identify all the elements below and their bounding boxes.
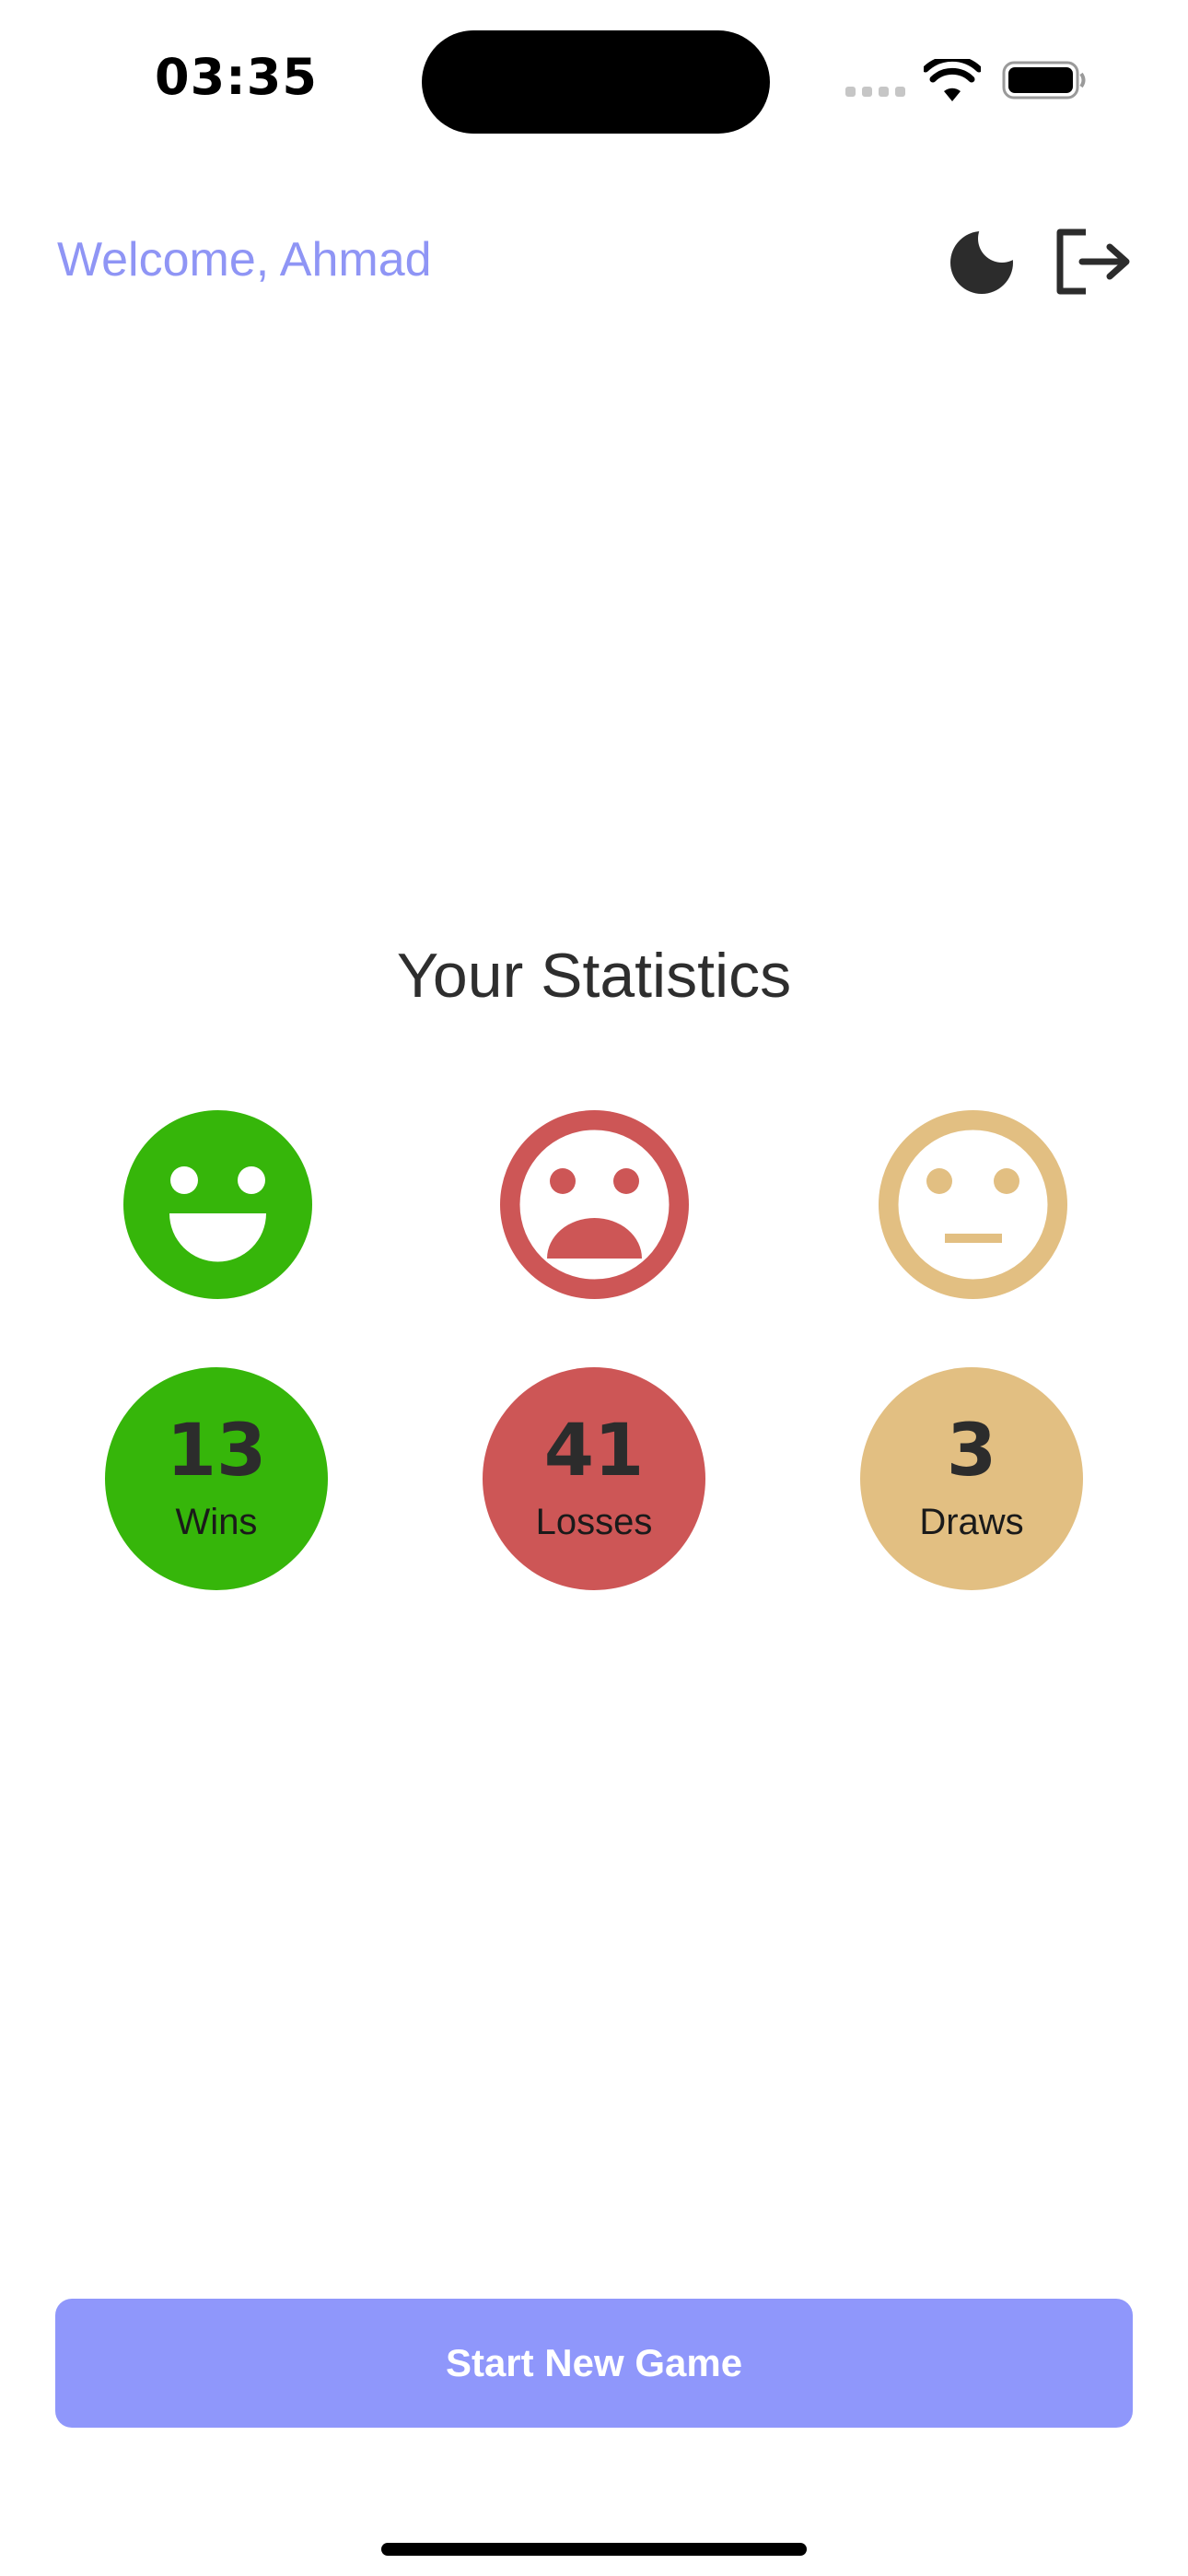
draws-count: 3 [946,1410,997,1493]
battery-icon [1002,61,1086,100]
draws-label: Draws [919,1502,1024,1542]
wins-count: 13 [166,1410,267,1493]
frowning-face-icon [500,1110,689,1299]
moon-icon[interactable] [949,226,1019,296]
neutral-face-icon [879,1110,1067,1299]
wins-stat: 13 Wins [105,1367,328,1590]
logout-icon[interactable] [1054,228,1132,295]
wifi-icon [924,59,981,101]
losses-stat: 41 Losses [483,1367,705,1590]
dynamic-island [422,30,770,134]
cellular-signal-icon [845,87,905,97]
losses-label: Losses [535,1502,653,1542]
welcome-text: Welcome, Ahmad [57,233,432,287]
draws-stat: 3 Draws [860,1367,1083,1590]
losses-count: 41 [543,1410,645,1493]
smiling-face-icon [123,1110,312,1299]
status-time: 03:35 [155,48,318,106]
home-indicator[interactable] [381,2543,807,2556]
wins-label: Wins [175,1502,258,1542]
start-new-game-button[interactable]: Start New Game [55,2299,1133,2428]
statistics-title: Your Statistics [396,941,792,1011]
